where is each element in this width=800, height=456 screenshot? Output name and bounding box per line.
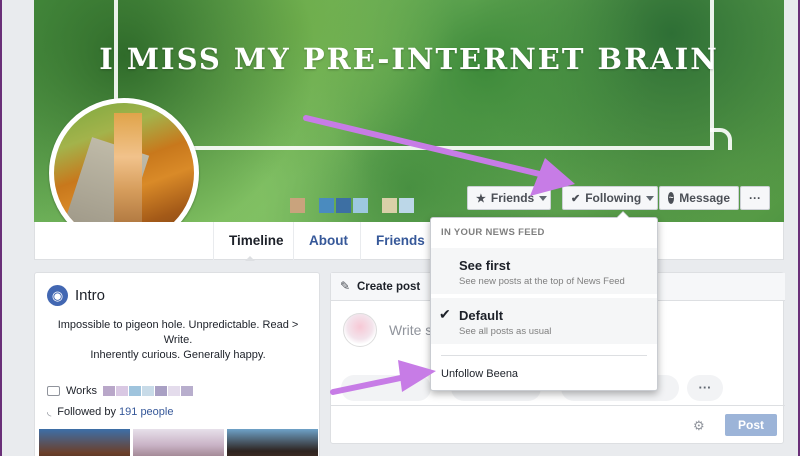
bio-line: Impossible to pigeon hole. Unpredictable…: [57, 319, 299, 331]
bio-line: Write.: [163, 334, 193, 346]
friends-button-label: Friends: [490, 191, 535, 205]
intro-card: ◉ Intro Impossible to pigeon hole. Unpre…: [34, 272, 320, 456]
nav-divider: [213, 222, 214, 260]
nav-divider: [293, 222, 294, 260]
tab-timeline[interactable]: Timeline: [229, 222, 284, 260]
followed-prefix: Followed by: [57, 405, 120, 418]
more-post-options-button[interactable]: ···: [687, 375, 723, 401]
intro-title: Intro: [75, 287, 106, 304]
create-post-label: Create post: [357, 281, 421, 293]
works-row: Works: [47, 385, 193, 397]
more-options-button[interactable]: ···: [740, 186, 770, 210]
following-button-label: Following: [585, 191, 642, 205]
star-icon: ★: [476, 192, 486, 205]
chevron-down-icon: [539, 195, 548, 201]
check-icon: ✔: [571, 192, 581, 205]
menu-option-unfollow[interactable]: Unfollow Beena: [441, 368, 518, 380]
rss-icon: ◟: [47, 406, 52, 418]
menu-divider: [441, 355, 647, 356]
followed-by-text: Followed by 191 people: [57, 406, 173, 418]
cover-title: I MISS MY PRE-INTERNET BRAIN: [99, 42, 719, 76]
following-dropdown-menu: IN YOUR NEWS FEED See first See new post…: [430, 211, 658, 391]
works-pixelated: [102, 386, 193, 396]
option-title: Default: [459, 308, 504, 323]
tab-about[interactable]: About: [309, 222, 348, 260]
photo-strip: [39, 429, 318, 456]
profile-name-pixelated: [252, 198, 414, 216]
friends-button[interactable]: ★ Friends: [467, 186, 551, 210]
gear-icon[interactable]: ⚙: [693, 418, 705, 434]
photo-video-option[interactable]: [341, 375, 431, 401]
intro-bio: Impossible to pigeon hole. Unpredictable…: [55, 318, 301, 363]
active-tab-indicator: [245, 256, 255, 261]
menu-option-see-first[interactable]: See first See new posts at the top of Ne…: [431, 248, 657, 294]
followed-by-row: ◟ Followed by 191 people: [47, 405, 173, 419]
check-icon: ✔: [439, 306, 451, 322]
create-post-footer: [331, 405, 785, 445]
profile-nav-bar: Timeline About Friends: [34, 222, 784, 261]
chevron-down-icon: [646, 195, 655, 201]
works-label: Works: [66, 385, 97, 397]
photo-thumbnail[interactable]: [227, 429, 318, 456]
messenger-icon: ~: [668, 192, 675, 204]
briefcase-icon: [47, 386, 60, 396]
photo-thumbnail[interactable]: [39, 429, 130, 456]
tab-friends[interactable]: Friends: [376, 222, 425, 260]
menu-section-heading: IN YOUR NEWS FEED: [441, 227, 545, 238]
option-title: See first: [459, 258, 511, 273]
bio-line: Inherently curious. Generally happy.: [90, 349, 266, 361]
message-button[interactable]: ~ Message: [659, 186, 739, 210]
avatar-blurred-person: [114, 113, 142, 223]
option-description: See new posts at the top of News Feed: [459, 276, 625, 287]
following-button[interactable]: ✔ Following: [562, 186, 658, 210]
followers-link[interactable]: 191 people: [119, 406, 173, 418]
globe-icon: ◉: [47, 285, 68, 306]
ellipsis-icon: ···: [749, 191, 761, 205]
message-button-label: Message: [679, 191, 730, 205]
photo-thumbnail[interactable]: [133, 429, 224, 456]
pencil-icon: ✎: [340, 279, 351, 293]
option-description: See all posts as usual: [459, 326, 552, 337]
profile-page: I MISS MY PRE-INTERNET BRAIN ★ Friends ✔…: [2, 0, 798, 456]
nav-divider: [360, 222, 361, 260]
menu-option-default[interactable]: ✔ Default See all posts as usual: [431, 298, 657, 344]
avatar: [343, 313, 377, 347]
post-button[interactable]: Post: [725, 414, 777, 436]
